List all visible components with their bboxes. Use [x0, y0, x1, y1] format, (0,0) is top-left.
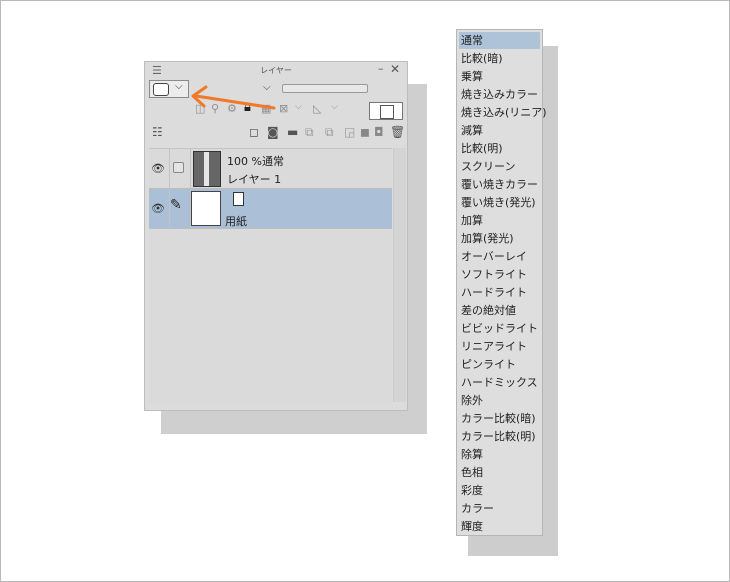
- layer-name: 用紙: [225, 215, 247, 228]
- paper-thumbnail: [191, 191, 221, 226]
- paper-icon: [233, 192, 244, 206]
- mask-icon[interactable]: ⊠: [279, 102, 288, 115]
- trash-icon[interactable]: 🗑︎: [390, 125, 405, 139]
- blend-mode-option[interactable]: 輝度: [459, 518, 540, 535]
- divider: [169, 149, 170, 188]
- blend-mode-option[interactable]: リニアライト: [459, 338, 540, 355]
- create-mask-icon[interactable]: ◼: [360, 125, 370, 139]
- layer-checkbox[interactable]: [173, 162, 184, 173]
- divider: [190, 149, 191, 188]
- blend-mode-option[interactable]: スクリーン: [459, 158, 540, 175]
- layer-row[interactable]: 👁︎ ✎ 用紙: [149, 189, 392, 229]
- merge-down-icon[interactable]: ⧉: [325, 125, 334, 140]
- blend-mode-option[interactable]: ハードミックス: [459, 374, 540, 391]
- blend-mode-option[interactable]: 乗算: [459, 68, 540, 85]
- minimize-icon[interactable]: –: [378, 62, 384, 75]
- blend-mode-option[interactable]: 除外: [459, 392, 540, 409]
- layer-thumbnail: [193, 151, 221, 187]
- blend-mode-option[interactable]: 焼き込みカラー: [459, 86, 540, 103]
- blend-mode-option[interactable]: 焼き込み(リニア): [459, 104, 547, 121]
- blend-mode-option[interactable]: 彩度: [459, 482, 540, 499]
- chevron-down-icon: ⌵: [175, 81, 183, 92]
- layer-property-icon[interactable]: ☷: [152, 125, 163, 139]
- blend-mode-option[interactable]: 比較(明): [459, 140, 540, 157]
- opacity-slider[interactable]: [282, 84, 368, 93]
- ruler-icon[interactable]: ◺: [313, 102, 321, 115]
- layer-color-swatch: [380, 105, 394, 119]
- blend-mode-option[interactable]: 色相: [459, 464, 540, 481]
- layer-blend-info: 100 %通常: [227, 155, 284, 168]
- blend-mode-option[interactable]: ピンライト: [459, 356, 540, 373]
- merge-icon[interactable]: ◲: [344, 125, 355, 139]
- blend-mode-option[interactable]: 覆い焼きカラー: [459, 176, 540, 193]
- layer-list: 👁︎ 100 %通常 レイヤー 1 👁︎ ✎ 用紙: [149, 148, 392, 403]
- eye-icon[interactable]: 👁︎: [151, 202, 165, 215]
- ruler-chevron-icon[interactable]: ⌵: [331, 102, 338, 112]
- blend-mode-dropdown: 通常 比較(暗) 乗算 焼き込みカラー 焼き込み(リニア) 減算 比較(明) ス…: [456, 29, 547, 536]
- blend-mode-option[interactable]: ビビッドライト: [459, 320, 540, 337]
- blend-mode-option[interactable]: 加算(発光): [459, 230, 540, 247]
- layer-panel: ☰ レイヤー – ✕ ⌵ ⌵ ◫ ⚲ ⚙ 🔒︎ ▦ ⊠ ⌵ ◺ ⌵ ☷ ◻ ◙ …: [144, 61, 408, 411]
- arrow-annotation: [191, 85, 276, 110]
- blend-mode-option[interactable]: オーバーレイ: [459, 248, 540, 265]
- blend-mode-option[interactable]: カラー比較(暗): [459, 410, 540, 427]
- eye-icon[interactable]: 👁︎: [151, 162, 165, 175]
- close-icon[interactable]: ✕: [390, 62, 400, 76]
- new-folder-icon[interactable]: ▬: [287, 125, 298, 139]
- blend-mode-option[interactable]: ハードライト: [459, 284, 540, 301]
- blend-mode-option[interactable]: 差の絶対値: [459, 302, 540, 319]
- blend-mode-option[interactable]: 除算: [459, 446, 540, 463]
- transfer-down-icon[interactable]: ⧉: [305, 125, 314, 140]
- panel-titlebar[interactable]: ☰ レイヤー – ✕: [145, 62, 407, 80]
- blend-mode-icon: [153, 83, 169, 96]
- blend-mode-option[interactable]: カラー比較(明): [459, 428, 540, 445]
- blend-mode-option[interactable]: 比較(暗): [459, 50, 540, 67]
- blend-mode-option[interactable]: ソフトライト: [459, 266, 540, 283]
- pen-icon: ✎: [170, 197, 182, 213]
- layer-row[interactable]: 👁︎ 100 %通常 レイヤー 1: [149, 149, 392, 189]
- blend-mode-option[interactable]: 減算: [459, 122, 540, 139]
- panel-title: レイヤー: [260, 66, 292, 75]
- new-raster-layer-icon[interactable]: ◻: [249, 125, 259, 139]
- blend-mode-option[interactable]: カラー: [459, 500, 540, 517]
- new-vector-layer-icon[interactable]: ◙: [267, 125, 279, 139]
- blend-mode-option[interactable]: 加算: [459, 212, 540, 229]
- scrollbar[interactable]: [393, 148, 406, 402]
- blend-mode-option[interactable]: 通常: [459, 32, 540, 49]
- apply-mask-icon[interactable]: ◘: [374, 125, 384, 139]
- blend-mode-option[interactable]: 覆い焼き(発光): [459, 194, 540, 211]
- blend-mode-select[interactable]: ⌵: [149, 80, 189, 98]
- mask-chevron-icon[interactable]: ⌵: [295, 102, 302, 112]
- layer-name: レイヤー 1: [227, 173, 282, 186]
- layer-color-box[interactable]: [369, 102, 403, 120]
